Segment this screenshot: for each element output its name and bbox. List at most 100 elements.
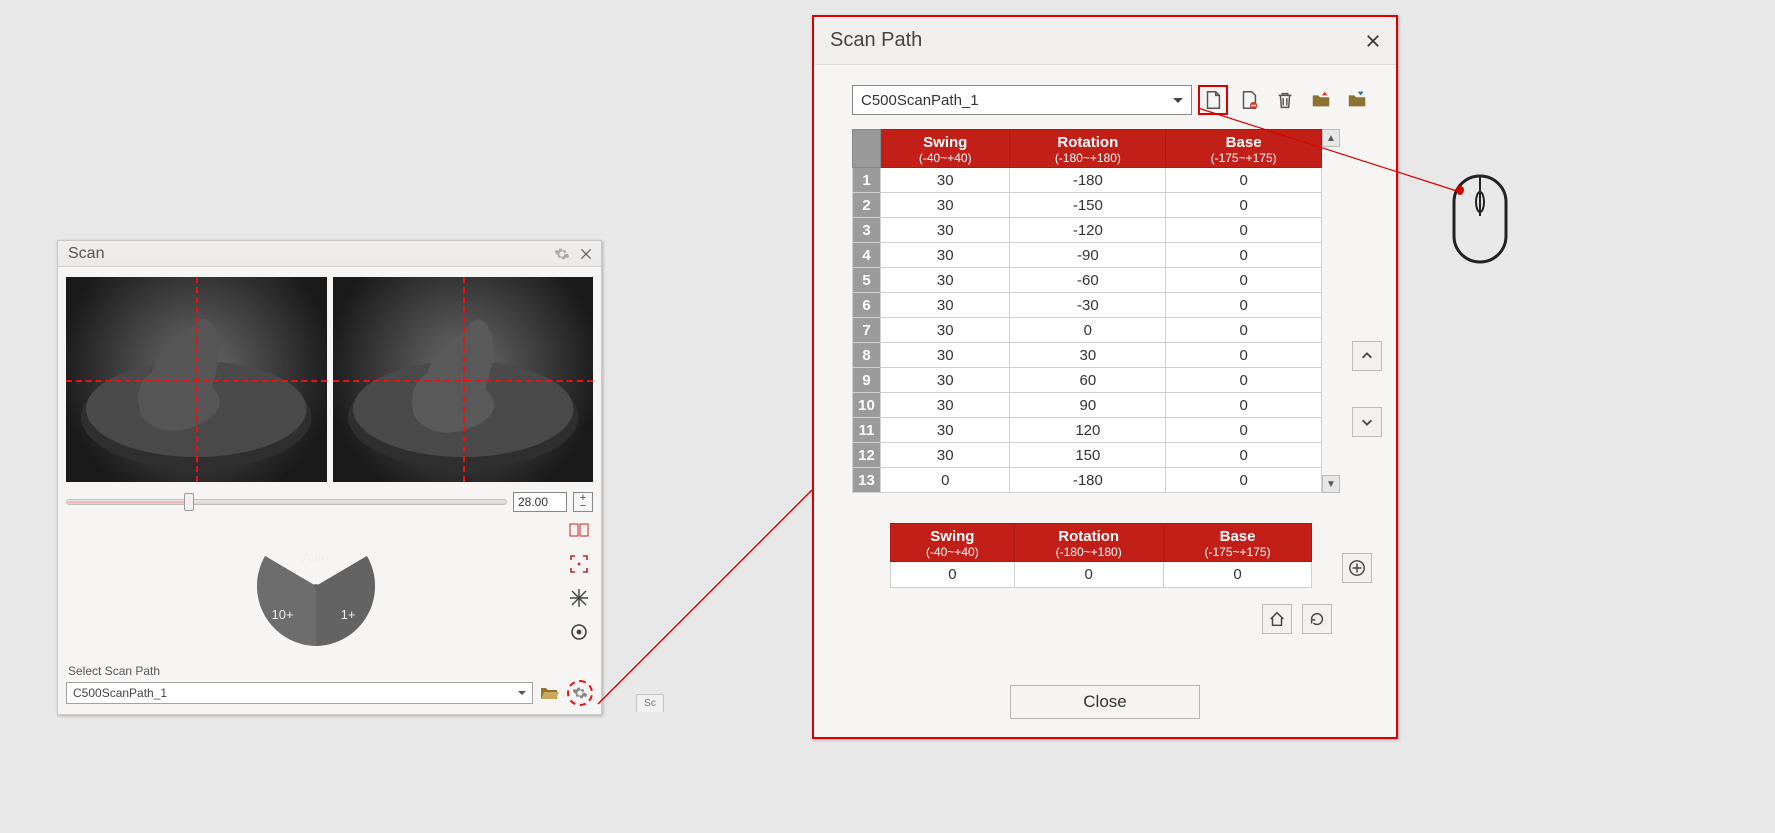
base-cell[interactable]: 0: [1166, 318, 1322, 343]
swing-header: Swing (-40~+40): [881, 130, 1010, 168]
add-swing-cell[interactable]: 0: [891, 562, 1015, 588]
swing-cell[interactable]: 30: [881, 268, 1010, 293]
rotation-cell[interactable]: -180: [1010, 468, 1166, 493]
burst-icon[interactable]: [569, 588, 589, 608]
exposure-slider[interactable]: [66, 497, 507, 507]
table-row[interactable]: 11301200: [853, 418, 1322, 443]
table-row[interactable]: 330-1200: [853, 218, 1322, 243]
base-cell[interactable]: 0: [1166, 243, 1322, 268]
scan-path-name-select[interactable]: C500ScanPath_1: [852, 85, 1192, 115]
add-rot-cell[interactable]: 0: [1014, 562, 1163, 588]
base-cell[interactable]: 0: [1166, 168, 1322, 193]
folder-import-icon[interactable]: [1306, 85, 1336, 115]
add-rotation-header: Rotation (-180~+180): [1014, 524, 1163, 562]
scroll-up-icon[interactable]: ▲: [1322, 129, 1340, 147]
rotation-cell[interactable]: 120: [1010, 418, 1166, 443]
swing-cell[interactable]: 30: [881, 318, 1010, 343]
scan-path-title: Scan Path: [830, 29, 922, 52]
table-row[interactable]: 830300: [853, 343, 1322, 368]
side-tab[interactable]: Sc: [636, 694, 664, 712]
close-icon[interactable]: [1362, 30, 1384, 52]
base-cell[interactable]: 0: [1166, 393, 1322, 418]
rotation-cell[interactable]: 30: [1010, 343, 1166, 368]
table-row[interactable]: 130-1800: [853, 168, 1322, 193]
home-button[interactable]: [1262, 604, 1292, 634]
base-cell[interactable]: 0: [1166, 268, 1322, 293]
swing-cell[interactable]: 0: [881, 468, 1010, 493]
trash-icon[interactable]: [1270, 85, 1300, 115]
swing-cell[interactable]: 30: [881, 443, 1010, 468]
exposure-value[interactable]: 28.00: [513, 492, 567, 512]
target-icon[interactable]: [569, 622, 589, 642]
close-icon[interactable]: [577, 245, 595, 263]
scroll-down-icon[interactable]: ▼: [1322, 475, 1340, 493]
add-base-cell[interactable]: 0: [1163, 562, 1312, 588]
rotation-cell[interactable]: 150: [1010, 443, 1166, 468]
rotation-cell[interactable]: 0: [1010, 318, 1166, 343]
swing-cell[interactable]: 30: [881, 418, 1010, 443]
scan-path-name-value: C500ScanPath_1: [861, 92, 979, 109]
rownum-cell: 6: [853, 293, 881, 318]
crosshair-bracket-icon[interactable]: [569, 554, 589, 574]
swing-cell[interactable]: 30: [881, 168, 1010, 193]
folder-open-icon[interactable]: [539, 683, 559, 703]
rotation-cell[interactable]: 60: [1010, 368, 1166, 393]
scan-path-select-value: C500ScanPath_1: [73, 686, 167, 700]
table-row[interactable]: 12301500: [853, 443, 1322, 468]
edit-document-icon[interactable]: [1234, 85, 1264, 115]
move-row-up-button[interactable]: [1352, 341, 1382, 371]
table-row[interactable]: 430-900: [853, 243, 1322, 268]
rotation-cell[interactable]: -30: [1010, 293, 1166, 318]
scan-mode-wheel[interactable]: Auto 10+ 1+: [256, 526, 376, 646]
base-cell[interactable]: 0: [1166, 343, 1322, 368]
rotation-cell[interactable]: -180: [1010, 168, 1166, 193]
camera-right: [333, 277, 594, 482]
base-cell[interactable]: 0: [1166, 218, 1322, 243]
rownum-cell: 1: [853, 168, 881, 193]
swing-cell[interactable]: 30: [881, 193, 1010, 218]
add-row-table[interactable]: Swing (-40~+40) Rotation (-180~+180) Bas…: [890, 523, 1312, 588]
table-row[interactable]: 130-1800: [853, 468, 1322, 493]
base-cell[interactable]: 0: [1166, 418, 1322, 443]
table-row[interactable]: 73000: [853, 318, 1322, 343]
swing-cell[interactable]: 30: [881, 293, 1010, 318]
scan-path-settings-button[interactable]: [567, 680, 593, 706]
table-row[interactable]: 530-600: [853, 268, 1322, 293]
lr-icon[interactable]: [569, 520, 589, 540]
close-button[interactable]: Close: [1010, 685, 1200, 719]
scan-path-titlebar: Scan Path: [814, 17, 1396, 65]
camera-left: [66, 277, 327, 482]
plus-minus-toggle[interactable]: +−: [573, 492, 593, 512]
base-cell[interactable]: 0: [1166, 193, 1322, 218]
base-cell[interactable]: 0: [1166, 468, 1322, 493]
table-row[interactable]: 630-300: [853, 293, 1322, 318]
swing-cell[interactable]: 30: [881, 343, 1010, 368]
add-swing-header: Swing (-40~+40): [891, 524, 1015, 562]
rownum-cell: 8: [853, 343, 881, 368]
swing-cell[interactable]: 30: [881, 218, 1010, 243]
rotation-cell[interactable]: -90: [1010, 243, 1166, 268]
scan-path-table[interactable]: Swing (-40~+40) Rotation (-180~+180) Bas…: [852, 129, 1322, 493]
scan-path-select[interactable]: C500ScanPath_1: [66, 682, 533, 704]
rotation-cell[interactable]: 90: [1010, 393, 1166, 418]
swing-cell[interactable]: 30: [881, 393, 1010, 418]
new-document-icon[interactable]: [1198, 85, 1228, 115]
rotation-cell[interactable]: -120: [1010, 218, 1166, 243]
base-cell[interactable]: 0: [1166, 368, 1322, 393]
rownum-cell: 13: [853, 468, 881, 493]
table-row[interactable]: 1030900: [853, 393, 1322, 418]
rownum-cell: 3: [853, 218, 881, 243]
swing-cell[interactable]: 30: [881, 368, 1010, 393]
swing-cell[interactable]: 30: [881, 243, 1010, 268]
base-cell[interactable]: 0: [1166, 293, 1322, 318]
move-row-down-button[interactable]: [1352, 407, 1382, 437]
table-row[interactable]: 230-1500: [853, 193, 1322, 218]
rotation-cell[interactable]: -60: [1010, 268, 1166, 293]
table-row[interactable]: 930600: [853, 368, 1322, 393]
folder-export-icon[interactable]: [1342, 85, 1372, 115]
add-row-button[interactable]: [1342, 553, 1372, 583]
gear-icon[interactable]: [553, 245, 571, 263]
refresh-button[interactable]: [1302, 604, 1332, 634]
rotation-cell[interactable]: -150: [1010, 193, 1166, 218]
base-cell[interactable]: 0: [1166, 443, 1322, 468]
